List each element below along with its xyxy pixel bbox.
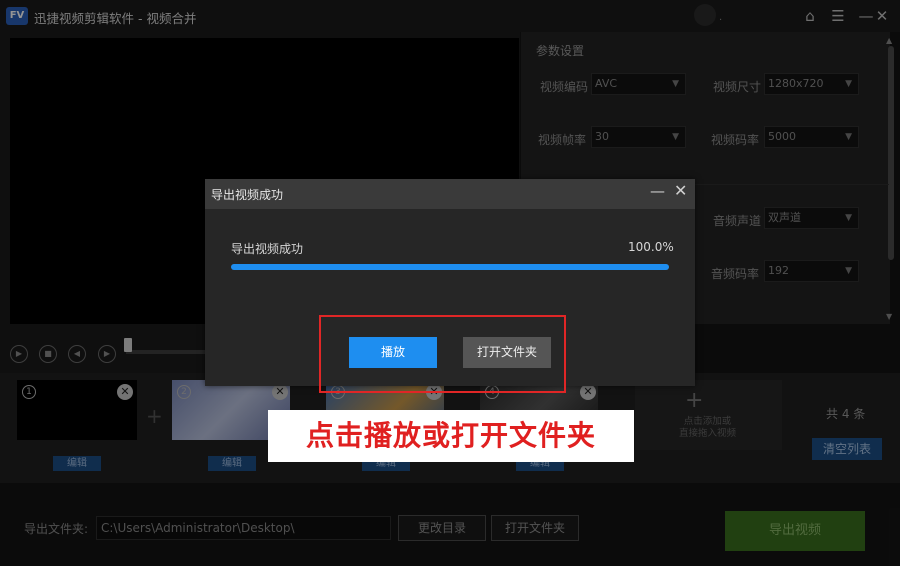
highlight-box (319, 315, 566, 393)
dialog-close-icon[interactable]: ✕ (674, 181, 687, 200)
progress-fill (231, 264, 669, 270)
dialog-title: 导出视频成功 (211, 188, 284, 202)
annotation-callout: 点击播放或打开文件夹 (268, 410, 634, 462)
export-status-text: 导出视频成功 (231, 242, 304, 256)
progress-percent: 100.0% (628, 240, 674, 254)
dialog-minimize-icon[interactable]: — (650, 182, 665, 200)
